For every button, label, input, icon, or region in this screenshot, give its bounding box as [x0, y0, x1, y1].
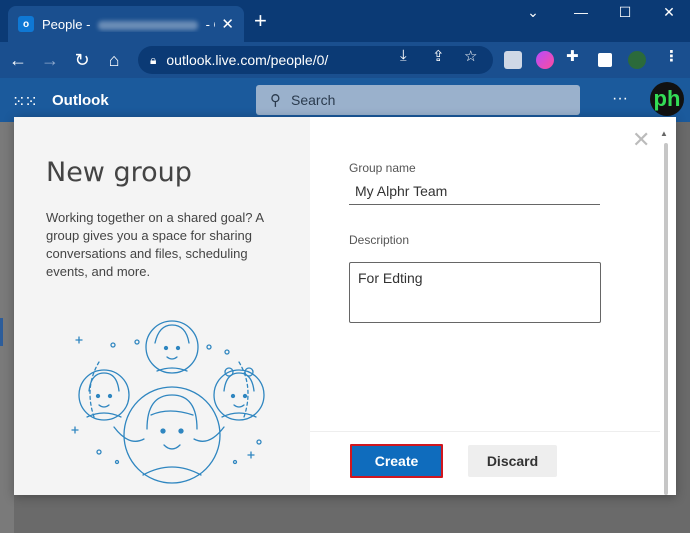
plus-icon[interactable]: +	[254, 10, 267, 32]
url-text: outlook.live.com/people/0/	[166, 52, 329, 68]
star-icon[interactable]: ☆	[464, 47, 477, 65]
app-title: Outlook	[52, 92, 109, 109]
browser-tab[interactable]: o People - - Out ✕	[8, 6, 244, 42]
dialog-divider	[310, 431, 660, 432]
extension-icon[interactable]	[504, 51, 522, 69]
minimize-icon[interactable]: —	[566, 4, 596, 20]
browser-address-bar: ← → ↻ ⌂ 🔒︎ outlook.live.com/people/0/ ⤓ …	[0, 42, 690, 78]
app-launcher-icon[interactable]: ⁙⁙	[12, 92, 38, 112]
chevron-down-icon[interactable]: ⌄	[518, 4, 548, 21]
extension-icon[interactable]	[536, 51, 554, 69]
forward-icon[interactable]: →	[38, 50, 62, 70]
dialog-close-icon[interactable]: ✕	[632, 129, 650, 151]
menu-icon[interactable]: ⋮	[664, 47, 679, 65]
description-label: Description	[349, 233, 410, 247]
group-name-label: Group name	[349, 161, 416, 175]
home-icon[interactable]: ⌂	[102, 50, 126, 70]
back-icon[interactable]: ←	[6, 50, 30, 70]
description-input[interactable]: For Edting	[349, 262, 601, 323]
tab-title-prefix: People -	[42, 16, 91, 32]
share-icon[interactable]: ⇪	[432, 47, 445, 65]
tab-title-blurred	[98, 20, 199, 30]
lock-icon: 🔒︎	[150, 52, 157, 67]
dialog-description: Working together on a shared goal? A gro…	[46, 210, 264, 279]
dialog-scrollbar[interactable]	[664, 143, 668, 495]
group-people-illustration	[71, 320, 265, 484]
close-icon[interactable]: ✕	[654, 4, 684, 21]
outlook-icon: o	[18, 16, 34, 32]
search-icon: ⚲	[270, 92, 281, 109]
new-group-dialog: New group Working together on a shared g…	[14, 117, 676, 495]
more-icon[interactable]: ···	[612, 90, 628, 108]
browser-tab-bar: o People - - Out ✕ + ⌄ — ☐ ✕	[0, 0, 690, 42]
dialog-title: New group	[46, 157, 192, 188]
maximize-icon[interactable]: ☐	[610, 4, 640, 21]
avatar[interactable]: ph	[650, 82, 684, 116]
left-nav-indicator	[0, 318, 3, 346]
tab-title-suffix: - Out	[205, 16, 216, 32]
discard-button[interactable]: Discard	[468, 445, 557, 477]
profile-icon[interactable]	[628, 51, 646, 69]
tab-close-icon[interactable]: ✕	[221, 15, 234, 33]
install-icon[interactable]: ⤓	[400, 47, 407, 64]
sidebar-icon[interactable]	[598, 53, 612, 67]
puzzle-icon[interactable]: ✚	[566, 47, 579, 65]
search-placeholder: Search	[291, 92, 336, 108]
dialog-info-panel: New group Working together on a shared g…	[14, 117, 310, 495]
search-box[interactable]: ⚲ Search	[256, 85, 580, 115]
outlook-header: ⁙⁙ Outlook ⚲ Search ··· ph	[0, 78, 690, 122]
group-name-input[interactable]	[349, 178, 600, 205]
scroll-up-icon[interactable]: ▲	[660, 129, 668, 138]
create-button[interactable]: Create	[350, 444, 443, 478]
reload-icon[interactable]: ↻	[70, 50, 94, 70]
